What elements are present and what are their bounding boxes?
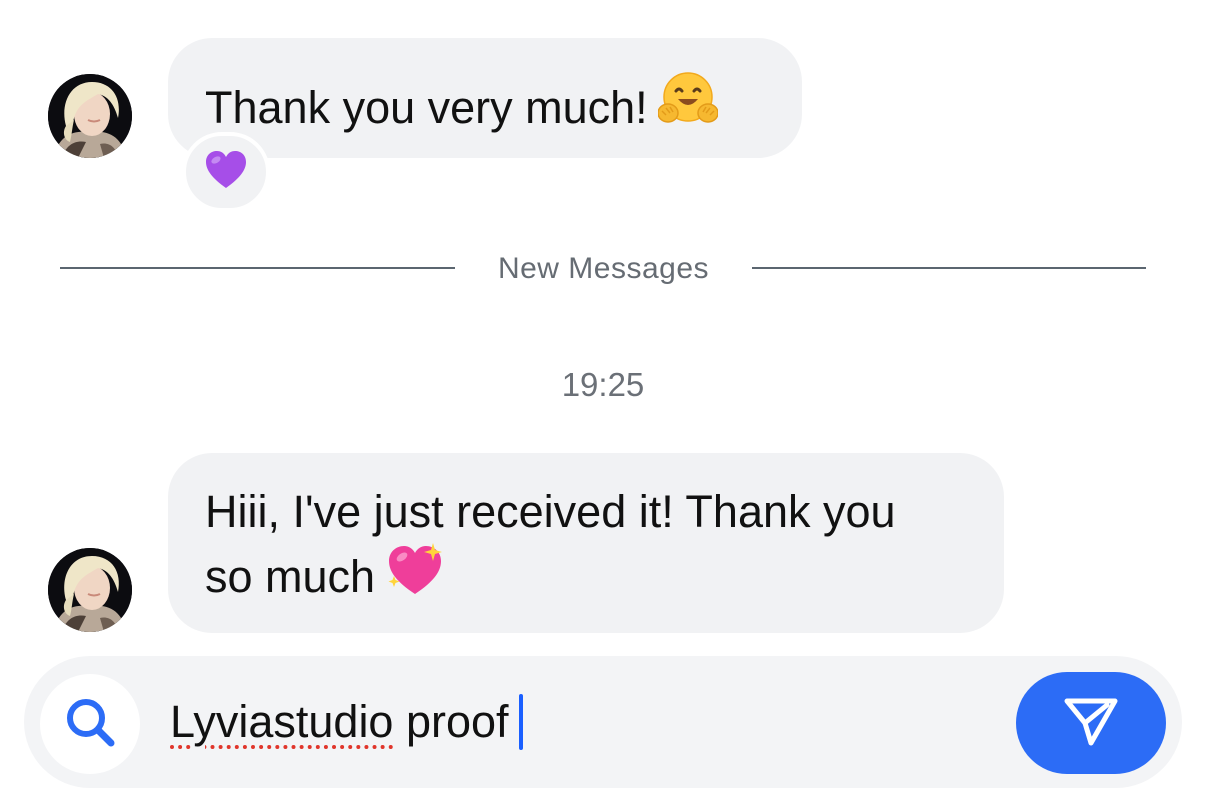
message-bubble[interactable]: Hiii, I've just received it! Thank you s… [168, 453, 1004, 633]
divider-line [752, 267, 1146, 269]
sparkling-heart-emoji [385, 542, 445, 598]
send-icon [1063, 695, 1119, 752]
message-bubble[interactable]: Thank you very much! [168, 38, 802, 158]
divider-line [60, 267, 455, 269]
avatar[interactable] [48, 548, 132, 632]
new-messages-label: New Messages [497, 252, 710, 285]
message-text-line-wrap: so much [205, 542, 968, 607]
timestamp: 19:25 [561, 366, 645, 403]
message-text: Thank you very much! [205, 82, 648, 133]
hugging-face-emoji [657, 69, 718, 129]
input-text: proof [393, 696, 509, 747]
purple-heart-emoji [204, 150, 248, 195]
reaction-badge[interactable] [182, 132, 270, 212]
avatar[interactable] [48, 74, 132, 158]
message-text: so much [205, 551, 376, 602]
message-text-line: Hiii, I've just received it! Thank you [205, 486, 896, 537]
search-icon [62, 694, 118, 755]
search-button[interactable] [40, 674, 140, 774]
misspelled-word: Lyviastudio [170, 696, 394, 747]
message-input[interactable]: Lyviastudio proof [170, 690, 523, 754]
text-cursor [518, 694, 523, 750]
send-button[interactable] [1016, 672, 1166, 774]
